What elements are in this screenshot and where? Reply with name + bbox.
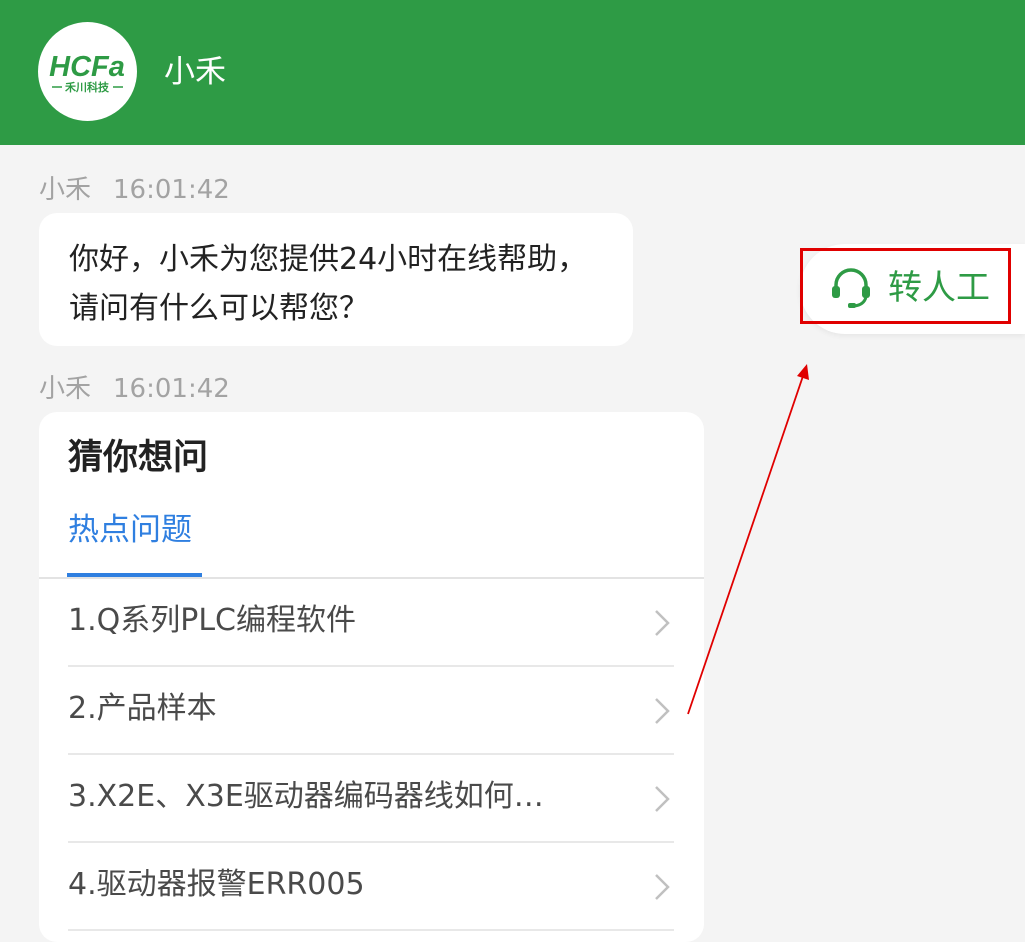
chevron-right-icon <box>655 786 670 812</box>
message-meta: 小禾 16:01:42 <box>39 175 230 205</box>
chat-title: 小禾 <box>164 54 226 90</box>
message-meta: 小禾 16:01:42 <box>39 374 230 404</box>
message-time: 16:01:42 <box>113 374 230 404</box>
faq-item[interactable]: 2.产品样本 <box>68 667 674 755</box>
hcfa-logo-icon: HCFa 禾川科技 <box>49 51 125 94</box>
faq-item-text: 1.Q系列PLC编程软件 <box>68 603 356 638</box>
message-time: 16:01:42 <box>113 175 230 205</box>
chevron-right-icon <box>655 698 670 724</box>
faq-card: 猜你想问 热点问题 1.Q系列PLC编程软件 2.产品样本 3.X2E、X3E驱… <box>39 412 704 942</box>
faq-item-text: 3.X2E、X3E驱动器编码器线如何… <box>68 779 544 814</box>
faq-item[interactable]: 1.Q系列PLC编程软件 <box>68 579 674 667</box>
chat-header: HCFa 禾川科技 小禾 <box>0 0 1025 145</box>
chevron-right-icon <box>655 874 670 900</box>
annotation-highlight-box <box>800 248 1011 324</box>
brand-logo-avatar: HCFa 禾川科技 <box>38 22 137 121</box>
faq-item[interactable]: 3.X2E、X3E驱动器编码器线如何… <box>68 755 674 843</box>
sender-name: 小禾 <box>39 175 92 205</box>
greeting-message-text: 你好，小禾为您提供24小时在线帮助，请问有什么可以帮您？ <box>69 242 588 326</box>
logo-subtitle-text: 禾川科技 <box>65 80 110 94</box>
greeting-message-bubble: 你好，小禾为您提供24小时在线帮助，请问有什么可以帮您？ <box>39 213 633 346</box>
faq-item-text: 4.驱动器报警ERR005 <box>68 867 365 902</box>
faq-card-title: 猜你想问 <box>68 438 209 478</box>
chevron-right-icon <box>655 610 670 636</box>
sender-name: 小禾 <box>39 374 92 404</box>
tab-hot-questions[interactable]: 热点问题 <box>68 510 192 550</box>
faq-item-text: 2.产品样本 <box>68 691 217 726</box>
logo-brand-text: HCFa <box>49 51 125 83</box>
faq-item[interactable]: 4.驱动器报警ERR005 <box>68 843 674 931</box>
